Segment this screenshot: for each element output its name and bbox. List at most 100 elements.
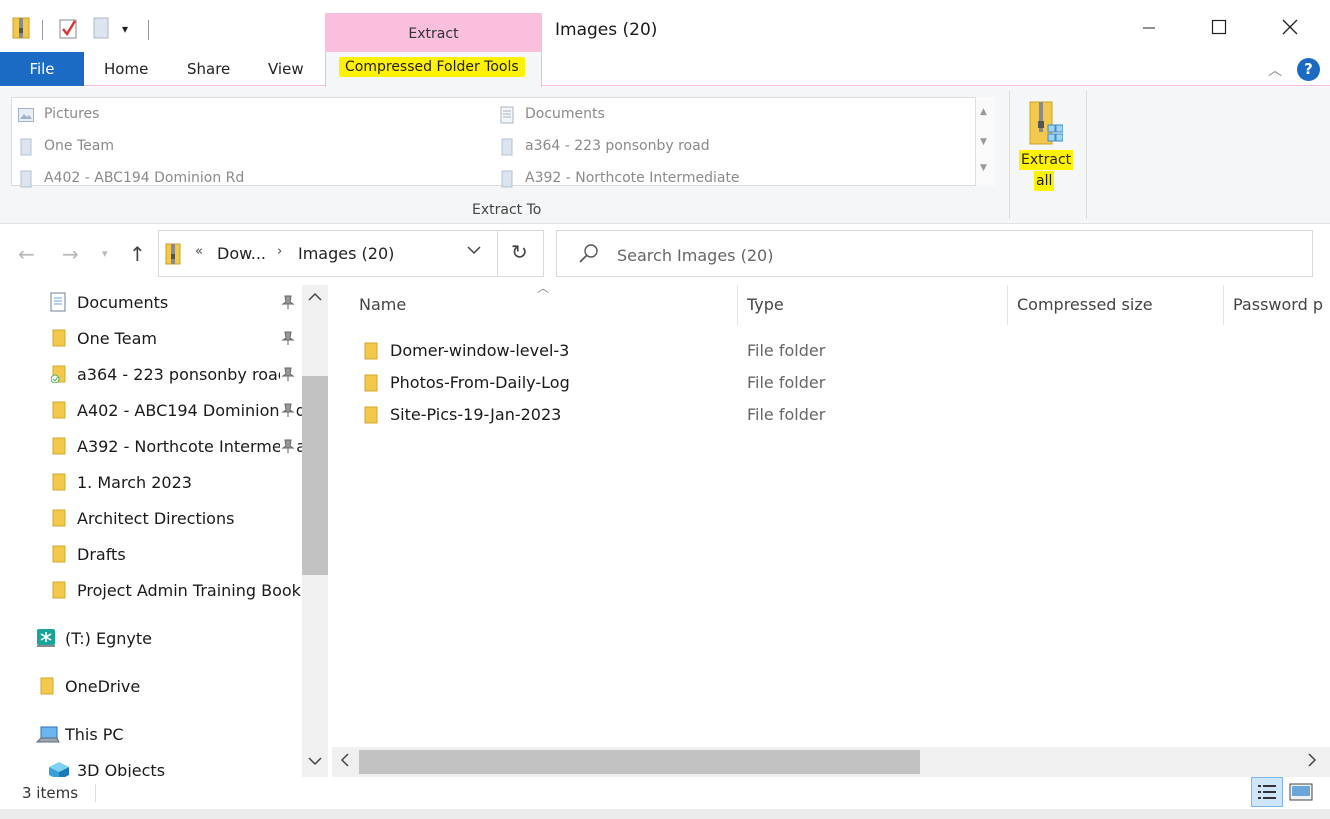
forward-arrow-icon[interactable]: → (62, 242, 79, 266)
gallery-item-a364[interactable]: a364 - 223 ponsonby road (525, 138, 710, 154)
nav-item-1-march-2023[interactable]: 1. March 2023 (0, 465, 302, 501)
details-view-button[interactable] (1251, 777, 1283, 807)
tab-file[interactable]: File (0, 52, 84, 86)
tab-share[interactable]: Share (187, 52, 230, 86)
large-icons-view-icon[interactable] (1289, 781, 1313, 803)
pin-icon[interactable] (280, 294, 296, 310)
nav-item-a392[interactable]: A392 - Northcote Intermediate (0, 429, 302, 465)
pin-icon[interactable] (280, 366, 296, 382)
nav-item-egnyte[interactable]: (T:) Egnyte (0, 621, 302, 657)
tab-home[interactable]: Home (104, 52, 148, 86)
gallery-scroll-down-icon[interactable]: ▼ (980, 137, 987, 147)
column-header-password[interactable]: Password p (1233, 295, 1323, 314)
breadcrumb-overflow[interactable]: « (195, 244, 203, 259)
close-button[interactable] (1267, 8, 1313, 52)
navigation-pane-scrollbar[interactable] (302, 285, 328, 777)
nav-item-this-pc[interactable]: This PC (0, 717, 302, 753)
gallery-item-one-team[interactable]: One Team (44, 138, 114, 154)
breadcrumb-separator-icon[interactable]: › (277, 244, 282, 259)
folder-icon (364, 374, 378, 392)
nav-item-label: A402 - ABC194 Dominion Rd (77, 401, 302, 420)
nav-item-a402[interactable]: A402 - ABC194 Dominion Rd (0, 393, 302, 429)
close-icon (1282, 19, 1298, 35)
scroll-up-icon[interactable] (308, 291, 322, 305)
maximize-button[interactable] (1196, 8, 1242, 52)
gallery-scrollbar[interactable]: ▲ ▼ ▼ (975, 97, 995, 186)
pin-icon[interactable] (280, 402, 296, 418)
nav-item-3d-objects[interactable]: 3D Objects (0, 753, 302, 777)
column-header-compressed-size[interactable]: Compressed size (1017, 295, 1153, 314)
gallery-item-documents[interactable]: Documents (525, 106, 605, 122)
folder-icon (20, 170, 32, 188)
refresh-icon[interactable]: ↻ (511, 240, 528, 264)
gallery-more-icon[interactable]: ▼ (980, 163, 987, 173)
help-icon[interactable]: ? (1297, 58, 1320, 81)
tab-view[interactable]: View (268, 52, 304, 86)
synced-folder-icon (51, 365, 66, 383)
address-history-chevron-icon[interactable] (466, 242, 482, 262)
nav-item-onedrive[interactable]: OneDrive (0, 669, 302, 705)
zip-folder-icon[interactable] (12, 16, 30, 40)
properties-check-icon[interactable] (58, 16, 78, 40)
navigation-pane-scroll-thumb[interactable] (302, 376, 328, 575)
column-header-type[interactable]: Type (747, 295, 784, 314)
scroll-right-icon[interactable] (1307, 752, 1317, 772)
horizontal-scrollbar[interactable] (332, 747, 1330, 777)
nav-item-one-team[interactable]: One Team (0, 321, 302, 357)
breadcrumb-images[interactable]: Images (20) (298, 244, 394, 263)
recent-locations-chevron-icon[interactable]: ▾ (102, 247, 108, 260)
folder-icon (364, 406, 378, 424)
folder-icon (52, 473, 66, 491)
nav-item-documents[interactable]: Documents (0, 285, 302, 321)
extract-context-tab-group: Extract (325, 13, 542, 53)
status-separator (95, 784, 96, 802)
search-icon (579, 244, 598, 263)
pin-icon[interactable] (280, 330, 296, 346)
up-arrow-icon[interactable]: ↑ (129, 242, 146, 266)
minimize-button[interactable] (1126, 8, 1172, 52)
folder-icon (40, 677, 54, 695)
extract-all-label-line1: Extract (1019, 150, 1074, 170)
tab-compressed-folder-tools[interactable]: Compressed Folder Tools (339, 57, 525, 77)
column-separator[interactable] (737, 285, 738, 325)
navigation-bar: ← → ▾ ↑ « Dow... › Images (20) ↻ (0, 225, 1330, 285)
nav-item-drafts[interactable]: Drafts (0, 537, 302, 573)
address-bar[interactable]: « Dow... › Images (20) ↻ (158, 230, 544, 277)
back-arrow-icon[interactable]: ← (18, 242, 35, 266)
extract-all-label-line2: all (1034, 171, 1055, 191)
scroll-down-icon[interactable] (308, 755, 322, 769)
gallery-item-a402[interactable]: A402 - ABC194 Dominion Rd (44, 170, 244, 186)
scroll-left-icon[interactable] (340, 752, 350, 772)
gallery-scroll-up-icon[interactable]: ▲ (980, 107, 987, 117)
nav-item-a364[interactable]: a364 - 223 ponsonby road (0, 357, 302, 393)
horizontal-scroll-thumb[interactable] (359, 750, 920, 774)
column-separator[interactable] (1007, 285, 1008, 325)
search-input[interactable] (617, 243, 1297, 267)
folder-icon (364, 342, 378, 360)
customize-quick-access-chevron-icon[interactable]: ▾ (122, 22, 128, 36)
column-separator[interactable] (1223, 285, 1224, 325)
column-header-name[interactable]: Name (359, 295, 406, 314)
table-row[interactable]: Site-Pics-19-Jan-2023 File folder (332, 399, 1330, 431)
file-type: File folder (747, 405, 826, 424)
gallery-item-pictures[interactable]: Pictures (44, 106, 99, 122)
pin-icon[interactable] (280, 438, 296, 454)
window-title: Images (20) (555, 20, 658, 40)
status-bar: 3 items (0, 777, 1330, 809)
nav-item-project-admin-training-book[interactable]: Project Admin Training Book (0, 573, 302, 609)
ribbon-tab-row: File Home Share View Compressed Folder T… (0, 52, 1330, 87)
breadcrumb-downloads[interactable]: Dow... (217, 244, 266, 263)
nav-item-label: This PC (65, 725, 124, 744)
new-folder-icon[interactable] (92, 16, 110, 40)
gallery-item-a392[interactable]: A392 - Northcote Intermediate (525, 170, 740, 186)
nav-item-architect-directions[interactable]: Architect Directions (0, 501, 302, 537)
documents-icon (50, 292, 66, 312)
minimize-ribbon-chevron-icon[interactable]: ︿ (1268, 60, 1282, 80)
table-row[interactable]: Domer-window-level-3 File folder (332, 335, 1330, 367)
search-box[interactable] (556, 230, 1313, 277)
extract-all-button[interactable]: Extract all (1018, 95, 1074, 205)
nav-item-label: One Team (77, 329, 157, 348)
nav-item-label: Project Admin Training Book (77, 581, 301, 600)
table-row[interactable]: Photos-From-Daily-Log File folder (332, 367, 1330, 399)
computer-icon (36, 726, 60, 743)
